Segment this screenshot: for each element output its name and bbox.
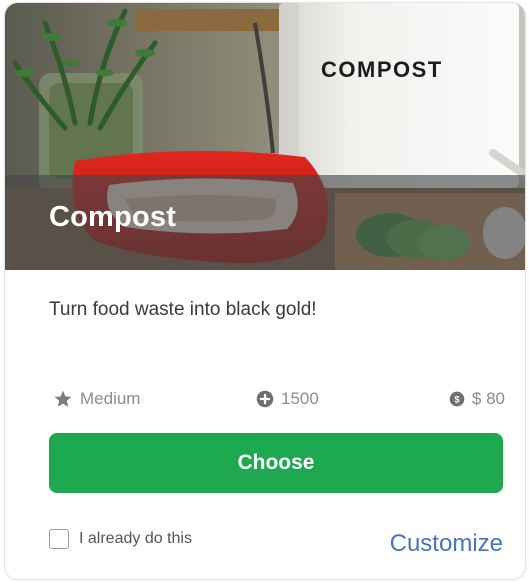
points-label: 1500 xyxy=(281,389,319,408)
customize-link[interactable]: Customize xyxy=(390,529,503,559)
difficulty-label: Medium xyxy=(80,389,141,408)
dollar-coin-icon: $ xyxy=(449,391,465,407)
plus-circle-icon xyxy=(256,390,274,408)
hero-image: COMPOST Compost xyxy=(5,3,525,270)
choose-button[interactable]: Choose xyxy=(49,433,503,493)
challenge-card: COMPOST Compost Turn food waste into bla… xyxy=(4,2,526,580)
points-value: 1500 xyxy=(256,389,319,409)
card-meta: Medium 1500 $ $ 80 xyxy=(49,389,505,415)
card-description: Turn food waste into black gold! xyxy=(49,299,317,320)
cost-label: $ 80 xyxy=(471,389,505,408)
difficulty-level: Medium xyxy=(53,389,140,409)
already-do-this-label: I already do this xyxy=(79,530,192,547)
already-do-this-toggle[interactable]: I already do this xyxy=(49,529,192,549)
cost-value: $ $ 80 xyxy=(449,389,505,409)
already-do-this-checkbox[interactable] xyxy=(49,529,69,549)
star-icon xyxy=(53,389,73,409)
bin-label: COMPOST xyxy=(321,57,443,82)
card-title: Compost xyxy=(49,201,177,233)
card-footer: I already do this Customize xyxy=(49,529,503,559)
svg-text:$: $ xyxy=(454,394,460,404)
